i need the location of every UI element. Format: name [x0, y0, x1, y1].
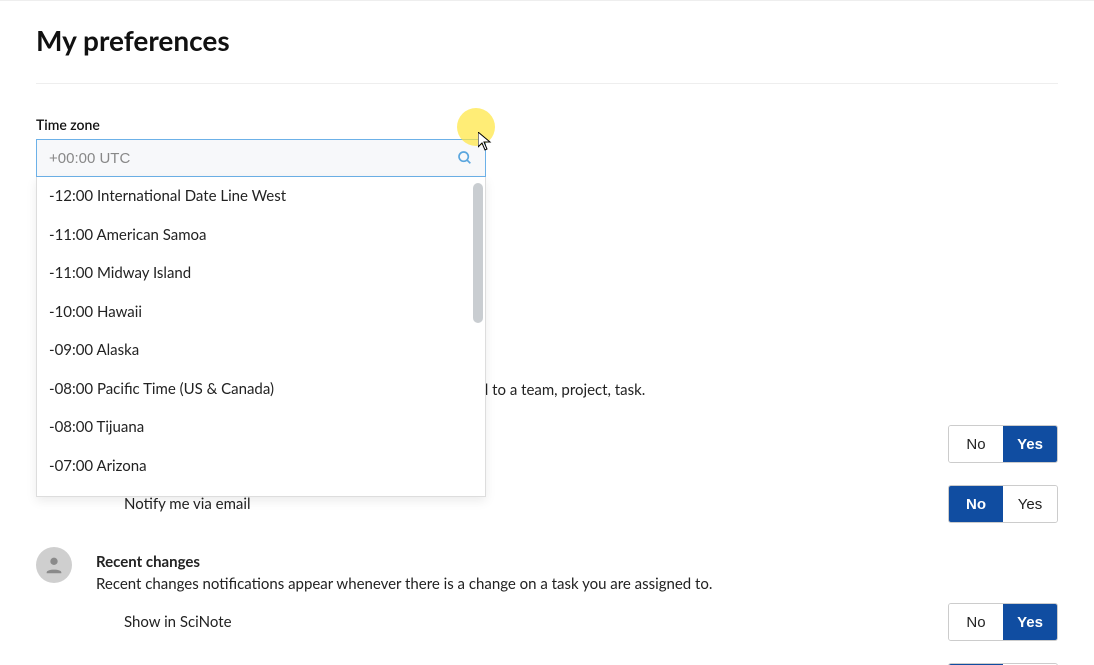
show-label: Show in SciNote — [124, 613, 232, 631]
timezone-search-input[interactable] — [37, 140, 455, 176]
toggle-no[interactable]: No — [949, 486, 1003, 522]
divider — [36, 83, 1058, 84]
assignment-email-toggle[interactable]: No Yes — [948, 485, 1058, 523]
timezone-option[interactable]: -12:00 International Date Line West — [37, 177, 485, 216]
timezone-option[interactable]: -08:00 Tijuana — [37, 408, 485, 447]
timezone-option[interactable]: -09:00 Alaska — [37, 331, 485, 370]
timezone-option[interactable]: -07:00 Chihuahua — [37, 485, 485, 497]
toggle-yes[interactable]: Yes — [1003, 604, 1057, 640]
dropdown-scrollbar[interactable] — [471, 181, 483, 493]
timezone-option[interactable]: -11:00 Midway Island — [37, 254, 485, 293]
recent-show-row: Show in SciNote No Yes — [124, 603, 1058, 641]
toggle-yes[interactable]: Yes — [1003, 426, 1057, 462]
toggle-no[interactable]: No — [949, 604, 1003, 640]
recent-title: Recent changes — [96, 553, 1058, 571]
timezone-option[interactable]: -08:00 Pacific Time (US & Canada) — [37, 370, 485, 409]
toggle-no[interactable]: No — [949, 426, 1003, 462]
assignment-show-toggle[interactable]: No Yes — [948, 425, 1058, 463]
dropdown-scrollbar-thumb[interactable] — [473, 183, 483, 323]
timezone-label: Time zone — [36, 116, 1058, 133]
recent-icon-col — [36, 547, 80, 583]
timezone-input-wrap[interactable] — [36, 139, 486, 177]
email-label: Notify me via email — [124, 495, 251, 513]
recent-desc: Recent changes notifications appear when… — [96, 575, 1058, 593]
cursor-arrow-icon — [478, 132, 494, 156]
timezone-dropdown[interactable]: -12:00 International Date Line West -11:… — [36, 139, 486, 177]
timezone-option[interactable]: -11:00 American Samoa — [37, 216, 485, 255]
recent-show-toggle[interactable]: No Yes — [948, 603, 1058, 641]
page-title: My preferences — [36, 23, 1058, 57]
timezone-option[interactable]: -07:00 Arizona — [37, 447, 485, 486]
recent-group: Recent changes Recent changes notificati… — [36, 545, 1058, 665]
timezone-option[interactable]: -10:00 Hawaii — [37, 293, 485, 332]
person-icon — [36, 547, 72, 583]
toggle-yes[interactable]: Yes — [1003, 486, 1057, 522]
search-icon — [455, 148, 475, 168]
timezone-menu: -12:00 International Date Line West -11:… — [36, 177, 486, 497]
